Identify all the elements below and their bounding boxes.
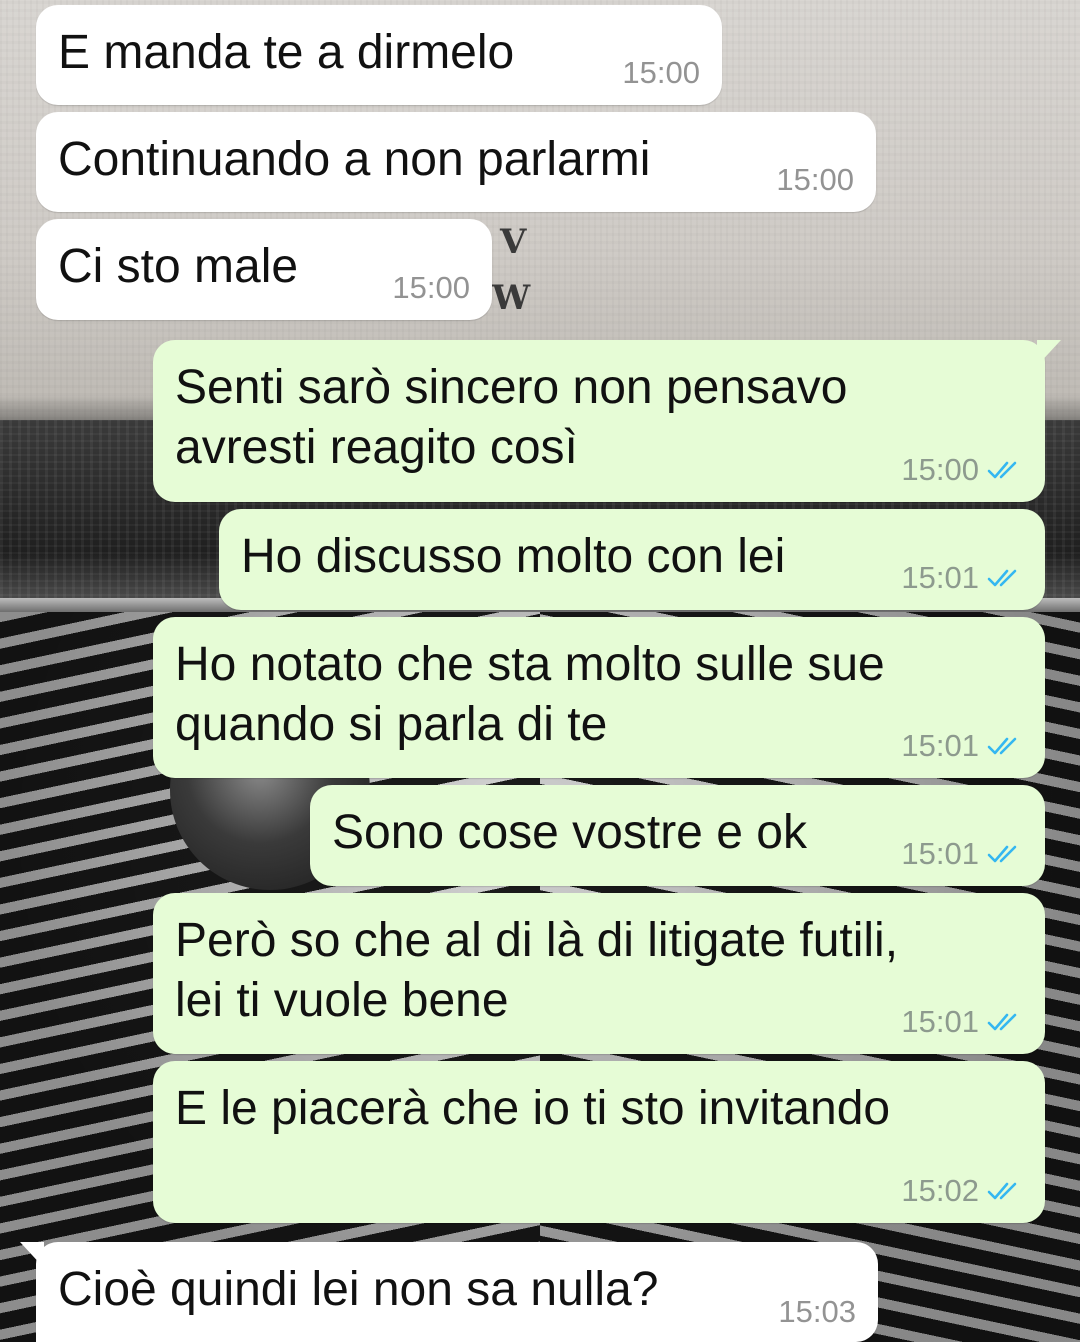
message-text: E le piacerà che io ti sto invitando <box>175 1082 891 1135</box>
message-bubble-incoming[interactable]: Ci sto male 15:00 <box>36 219 492 320</box>
message-meta: 15:00 <box>622 57 700 89</box>
bubble-tail <box>1037 340 1061 366</box>
message-bubble-incoming[interactable]: Continuando a non parlarmi 15:00 <box>36 112 876 212</box>
message-time: 15:00 <box>901 452 979 487</box>
bubble-tail <box>20 1242 44 1268</box>
double-check-icon <box>987 461 1017 479</box>
message-time: 15:00 <box>622 55 700 90</box>
message-list[interactable]: E manda te a dirmelo 15:00 Continuando a… <box>0 0 1080 1342</box>
message-time: 15:01 <box>901 560 979 595</box>
message-time: 15:00 <box>392 270 470 305</box>
message-bubble-outgoing[interactable]: Ho discusso molto con lei 15:01 <box>219 509 1045 610</box>
message-bubble-incoming[interactable]: E manda te a dirmelo 15:00 <box>36 5 722 105</box>
message-text: Però so che al di là di litigate futili,… <box>175 914 899 1027</box>
message-meta: 15:02 <box>901 1175 1023 1207</box>
message-bubble-outgoing[interactable]: Però so che al di là di litigate futili,… <box>153 893 1045 1054</box>
message-text: Ho notato che sta molto sulle sue quando… <box>175 638 885 751</box>
message-text: Continuando a non parlarmi <box>58 133 651 186</box>
message-time: 15:01 <box>901 728 979 763</box>
message-time: 15:01 <box>901 836 979 871</box>
message-time: 15:02 <box>901 1173 979 1208</box>
double-check-icon <box>987 737 1017 755</box>
message-bubble-outgoing[interactable]: E le piacerà che io ti sto invitando 15:… <box>153 1061 1045 1223</box>
double-check-icon <box>987 1013 1017 1031</box>
message-meta: 15:00 <box>392 272 470 304</box>
message-time: 15:00 <box>776 162 854 197</box>
message-meta: 15:01 <box>901 730 1023 762</box>
message-time: 15:01 <box>901 1004 979 1039</box>
message-meta: 15:01 <box>901 1006 1023 1038</box>
message-meta: 15:03 <box>778 1296 856 1328</box>
message-bubble-outgoing[interactable]: Sono cose vostre e ok 15:01 <box>310 785 1045 886</box>
message-bubble-outgoing[interactable]: Senti sarò sincero non pensavo avresti r… <box>153 340 1061 502</box>
message-text: Cioè quindi lei non sa nulla? <box>58 1263 659 1316</box>
message-time: 15:03 <box>778 1294 856 1329</box>
message-meta: 15:00 <box>776 164 854 196</box>
message-meta: 15:01 <box>901 562 1023 594</box>
message-text: Senti sarò sincero non pensavo avresti r… <box>175 361 848 474</box>
double-check-icon <box>987 845 1017 863</box>
message-bubble-outgoing[interactable]: Ho notato che sta molto sulle sue quando… <box>153 617 1045 778</box>
message-bubble-incoming[interactable]: Cioè quindi lei non sa nulla? 15:03 <box>20 1242 878 1342</box>
message-meta: 15:01 <box>901 838 1023 870</box>
double-check-icon <box>987 569 1017 587</box>
message-meta: 15:00 <box>901 454 1023 486</box>
double-check-icon <box>987 1182 1017 1200</box>
message-text: E manda te a dirmelo <box>58 26 515 79</box>
